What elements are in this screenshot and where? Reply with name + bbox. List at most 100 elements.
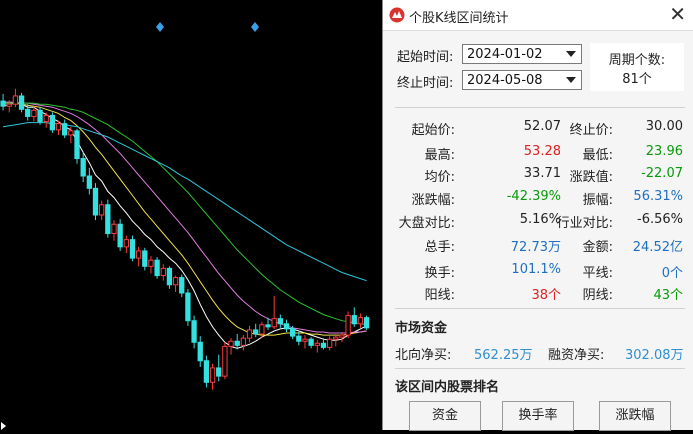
candle-body (290, 328, 296, 337)
change-label: 涨跌值: (569, 170, 613, 185)
candle-body (49, 114, 56, 131)
change-value: -22.07 (641, 166, 683, 181)
candle-body (277, 318, 283, 325)
kline-chart[interactable] (0, 0, 382, 430)
kline-chart-svg (0, 22, 370, 430)
candle-body (0, 100, 6, 107)
rank-by-turnover-button[interactable]: 换手率 (502, 401, 574, 431)
candle-body (80, 158, 86, 177)
candle (49, 112, 56, 133)
ma-line-0 (3, 101, 367, 349)
candle-body (271, 318, 277, 328)
end-time-label: 终止时间: (397, 76, 454, 91)
close-price-value: 30.00 (645, 119, 683, 134)
candle (129, 235, 136, 262)
candle (345, 311, 351, 339)
candle-body (6, 103, 12, 107)
candle (166, 266, 173, 289)
candle (172, 275, 179, 292)
window-title: 个股K线区间统计 (409, 11, 509, 26)
amplitude-value: 56.31% (633, 189, 683, 204)
candle-body (314, 342, 320, 346)
ma-line-2 (3, 101, 367, 334)
candle (123, 235, 129, 253)
candle-body (43, 114, 49, 123)
pct-change-label: 涨跌幅: (411, 193, 455, 208)
amount-value: 24.52亿 (632, 240, 683, 255)
candle (283, 319, 290, 332)
candle-body (308, 338, 314, 346)
candle (246, 325, 253, 343)
chevron-down-icon[interactable] (566, 51, 576, 57)
candle-body (363, 317, 370, 329)
high-label: 最高: (424, 148, 455, 163)
candle (62, 119, 68, 139)
candle-body (18, 95, 25, 110)
candle (160, 264, 166, 281)
candle (209, 363, 216, 390)
event-marker-icon[interactable] (156, 22, 164, 32)
candle-body (302, 338, 308, 342)
candle-body (240, 337, 247, 346)
candle-body (92, 187, 99, 216)
chevron-down-icon[interactable] (566, 77, 576, 83)
candle-body (142, 250, 148, 267)
candle-body (135, 250, 142, 259)
candle-body (166, 267, 173, 286)
period-count-box: 周期个数: 81个 (590, 43, 684, 91)
north-net-buy-value: 562.25万 (474, 348, 533, 363)
candle (302, 335, 308, 349)
candle-body (234, 340, 240, 346)
candle (296, 332, 302, 346)
candle-body (86, 175, 92, 189)
industry-compare-label: 行业对比: (556, 216, 613, 231)
end-time-select[interactable]: 2024-05-08 (462, 70, 582, 90)
candle-body (12, 95, 19, 105)
down-count-value: 43个 (653, 288, 683, 303)
end-time-value: 2024-05-08 (467, 73, 543, 88)
candle (0, 93, 6, 111)
candle-body (351, 315, 357, 325)
candle (351, 307, 357, 327)
candle-body (179, 277, 185, 294)
candle (240, 335, 247, 351)
candle (363, 315, 370, 330)
scroll-left-icon[interactable] (1, 422, 6, 430)
title-bar[interactable]: 个股K线区间统计 ✕ (383, 0, 693, 31)
candle-body (320, 342, 327, 348)
close-icon[interactable]: ✕ (669, 3, 686, 25)
flat-count-value: 0个 (661, 266, 683, 281)
funds-section-title: 市场资金 (395, 321, 448, 336)
candle-body (209, 367, 216, 383)
candle-body (123, 239, 129, 248)
candle-body (25, 108, 31, 117)
candle (314, 340, 320, 353)
ma-line-3 (3, 102, 367, 326)
candle (142, 247, 148, 271)
rank-by-change-button[interactable]: 涨跌幅 (599, 401, 671, 431)
rank-by-funds-button[interactable]: 资金 (409, 401, 481, 431)
flat-count-label: 平线: (582, 266, 613, 281)
candle-body (345, 315, 351, 336)
app-logo-icon (389, 7, 405, 23)
period-count-value: 81个 (622, 72, 652, 87)
avg-price-label: 均价: (424, 170, 455, 185)
candle (253, 323, 259, 338)
range-stats-panel: 个股K线区间统计 ✕ 起始时间: 2024-01-02 终止时间: 2024-0… (382, 0, 693, 431)
up-count-label: 阳线: (424, 288, 455, 303)
candle-body (265, 324, 271, 328)
candle (111, 220, 117, 241)
candle-body (222, 345, 228, 377)
candle-body (172, 277, 179, 286)
candle (277, 314, 283, 328)
candle-body (68, 130, 74, 136)
candle-body (99, 204, 105, 216)
candle-body (105, 204, 111, 234)
margin-net-buy-value: 302.08万 (625, 348, 684, 363)
event-marker-icon[interactable] (251, 22, 259, 32)
candle (148, 256, 154, 274)
candle (74, 128, 80, 164)
candle-body (31, 109, 37, 117)
candle (80, 151, 86, 183)
start-time-select[interactable]: 2024-01-02 (462, 44, 582, 64)
